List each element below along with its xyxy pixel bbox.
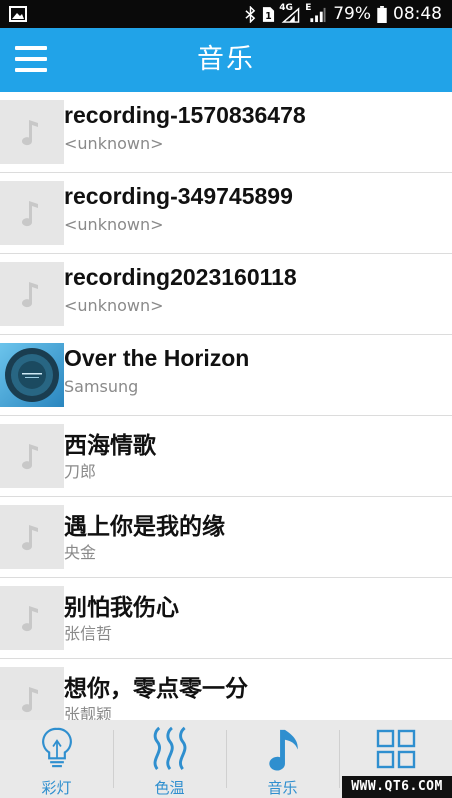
status-icons: 1 4G E 79% 08:48 bbox=[245, 0, 442, 28]
track-title: 别怕我伤心 bbox=[64, 594, 179, 620]
track-title: 西海情歌 bbox=[64, 432, 156, 458]
sim-slot: 1 bbox=[265, 11, 271, 22]
track-artist: <unknown> bbox=[64, 134, 164, 153]
track-title: recording-1570836478 bbox=[64, 102, 306, 128]
music-note-icon bbox=[0, 100, 64, 164]
menu-line bbox=[15, 46, 47, 50]
nav-tab-lights[interactable]: 彩灯 bbox=[0, 720, 113, 798]
battery-icon bbox=[377, 5, 387, 23]
track-artist: 张信哲 bbox=[64, 624, 113, 643]
data-indicator: E bbox=[305, 2, 312, 13]
music-note-icon bbox=[0, 181, 64, 245]
nav-tab-color-temp[interactable]: 色温 bbox=[113, 720, 226, 798]
nav-label: 彩灯 bbox=[41, 779, 72, 797]
music-note-icon bbox=[0, 586, 64, 650]
music-note-icon bbox=[0, 262, 64, 326]
signal-4g-icon: 4G bbox=[279, 2, 301, 23]
music-note-icon bbox=[0, 505, 64, 569]
album-cover bbox=[0, 343, 64, 407]
battery-percent: 79% bbox=[333, 4, 371, 24]
sim-icon: 1 bbox=[262, 6, 275, 23]
track-artist: <unknown> bbox=[64, 215, 164, 234]
track-title: recording2023160118 bbox=[64, 264, 297, 290]
page-title: 音乐 bbox=[197, 44, 255, 75]
image-icon bbox=[8, 4, 28, 24]
track-title: 遇上你是我的缘 bbox=[64, 513, 225, 539]
grid-icon bbox=[376, 729, 415, 769]
signal-icon: E bbox=[305, 2, 327, 23]
watermark: WWW.QT6.COM bbox=[342, 776, 452, 798]
track-artist: <unknown> bbox=[64, 296, 164, 315]
track-item[interactable]: Over the Horizon Samsung bbox=[0, 335, 452, 416]
track-item[interactable]: recording-1570836478 <unknown> bbox=[0, 92, 452, 173]
track-artist: 央金 bbox=[64, 543, 97, 562]
track-artist: Samsung bbox=[64, 377, 139, 396]
track-item[interactable]: 遇上你是我的缘 央金 bbox=[0, 497, 452, 578]
track-list[interactable]: recording-1570836478 <unknown> recording… bbox=[0, 92, 452, 720]
status-bar: 1 4G E 79% 08:48 bbox=[0, 0, 452, 28]
music-note-icon bbox=[0, 667, 64, 720]
menu-line bbox=[15, 68, 47, 72]
clock: 08:48 bbox=[393, 4, 442, 24]
menu-line bbox=[15, 57, 47, 61]
bulb-icon bbox=[41, 727, 72, 768]
bluetooth-icon bbox=[245, 5, 256, 23]
track-title: recording-349745899 bbox=[64, 183, 293, 209]
track-item[interactable]: 西海情歌 刀郎 bbox=[0, 416, 452, 497]
track-artist: 刀郎 bbox=[64, 462, 97, 481]
network-type: 4G bbox=[279, 2, 293, 13]
track-artist: 张靓颖 bbox=[64, 705, 113, 720]
nav-label: 色温 bbox=[154, 779, 185, 797]
app-bar: 音乐 bbox=[0, 28, 452, 92]
heat-waves-icon bbox=[153, 726, 186, 770]
track-item[interactable]: recording-349745899 <unknown> bbox=[0, 173, 452, 254]
music-note-icon bbox=[268, 729, 298, 771]
hamburger-menu-icon[interactable] bbox=[14, 42, 48, 76]
track-title: Over the Horizon bbox=[64, 345, 250, 371]
track-item[interactable]: 想你，零点零一分 张靓颖 bbox=[0, 659, 452, 720]
track-item[interactable]: recording2023160118 <unknown> bbox=[0, 254, 452, 335]
nav-tab-music[interactable]: 音乐 bbox=[226, 720, 339, 798]
nav-label: 音乐 bbox=[267, 779, 298, 797]
track-item[interactable]: 别怕我伤心 张信哲 bbox=[0, 578, 452, 659]
music-note-icon bbox=[0, 424, 64, 488]
track-title: 想你，零点零一分 bbox=[64, 675, 248, 701]
